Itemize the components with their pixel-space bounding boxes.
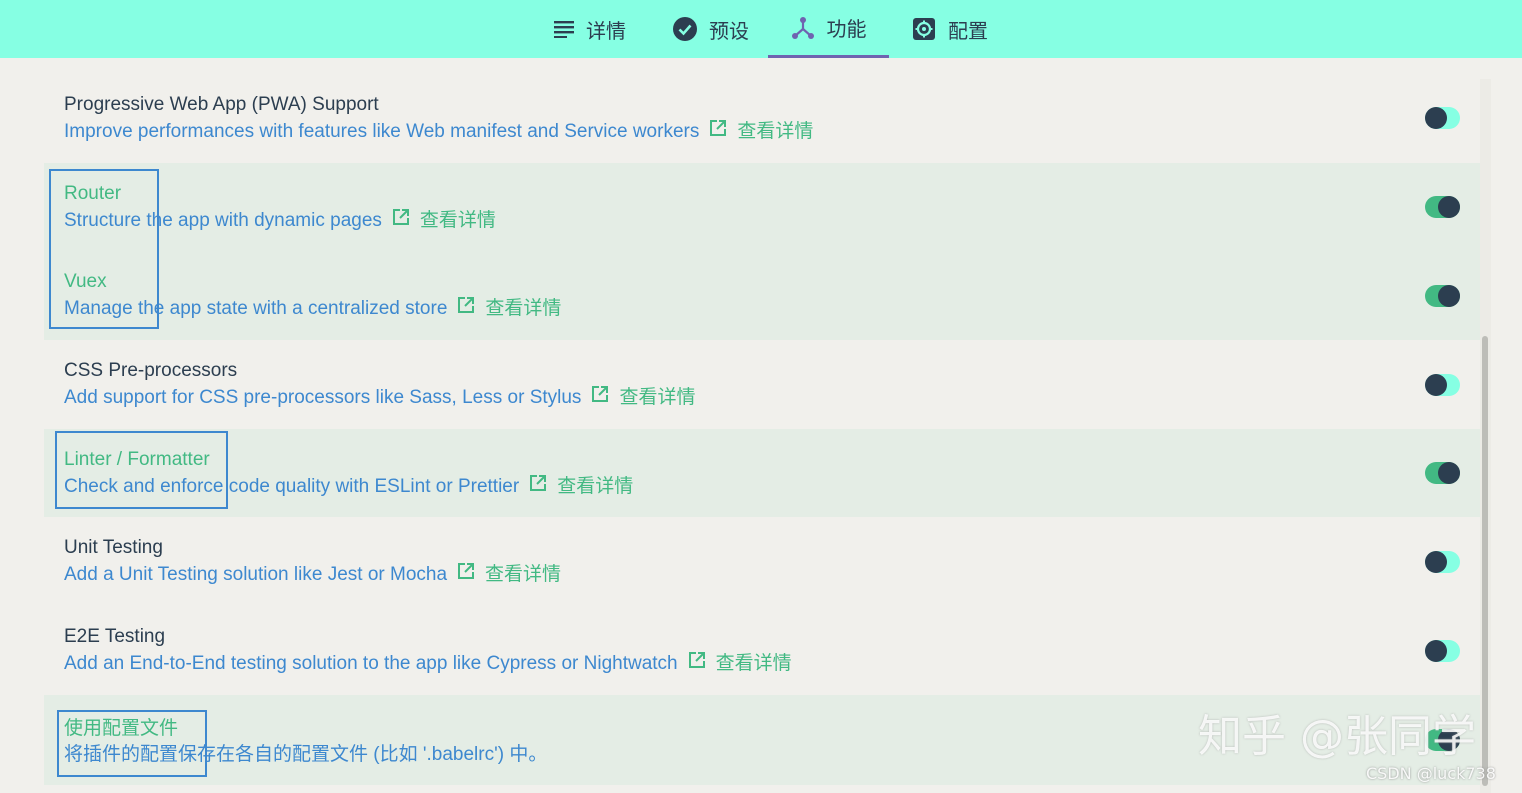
feature-title: CSS Pre-processors [64,360,238,381]
external-link-icon[interactable] [709,119,727,144]
tab-features[interactable]: 功能 [768,0,889,58]
gear-icon [913,18,935,40]
feature-description: Improve performances with features like … [64,119,813,144]
tab-label: 详情 [586,20,626,43]
branch-icon [791,16,814,39]
tab-details[interactable]: 详情 [534,0,646,58]
tab-configuration[interactable]: 配置 [897,0,1003,58]
toggle-knob [1425,640,1447,662]
feature-list: Progressive Web App (PWA) Support Improv… [44,79,1480,793]
feature-row-css-preprocessors[interactable]: CSS Pre-processors Add support for CSS p… [44,340,1480,429]
toggle-knob [1425,551,1447,573]
toggle-knob [1425,374,1447,396]
description-text: Add support for CSS pre-processors like … [64,386,582,408]
tab-label: 功能 [826,19,867,41]
external-link-icon[interactable] [457,296,475,321]
toggle-knob [1438,196,1460,218]
feature-toggle[interactable] [1425,107,1460,129]
feature-title: Progressive Web App (PWA) Support [64,94,379,115]
feature-description: 将插件的配置保存在各自的配置文件 (比如 '.babelrc') 中。 [64,743,547,767]
feature-toggle[interactable] [1425,462,1460,484]
credit-watermark: CSDN @luck738 [1366,764,1496,783]
external-link-icon[interactable] [529,474,547,499]
feature-description: Add support for CSS pre-processors like … [64,385,695,410]
more-info-link[interactable]: 查看详情 [420,209,496,233]
feature-item: Unit Testing Add a Unit Testing solution… [64,536,561,587]
feature-description: Check and enforce code quality with ESLi… [64,474,633,499]
feature-description: Add an End-to-End testing solution to th… [64,651,792,676]
more-info-link[interactable]: 查看详情 [737,120,813,144]
top-nav-bar: 详情 预设 功能 配置 [0,0,1522,58]
external-link-icon[interactable] [591,385,609,410]
feature-row-pwa[interactable]: Progressive Web App (PWA) Support Improv… [44,79,1480,163]
feature-row-linter[interactable]: Linter / Formatter Check and enforce cod… [44,429,1480,517]
feature-description: Manage the app state with a centralized … [64,296,561,321]
feature-toggle[interactable] [1425,551,1460,573]
tab-label: 预设 [709,20,749,43]
feature-toggle[interactable] [1425,196,1460,218]
feature-toggle[interactable] [1425,640,1460,662]
toggle-knob [1438,462,1460,484]
feature-item: Vuex Manage the app state with a central… [64,270,561,321]
description-text: 将插件的配置保存在各自的配置文件 (比如 '.babelrc') 中。 [64,744,548,765]
feature-row-vuex[interactable]: Vuex Manage the app state with a central… [44,252,1480,340]
external-link-icon[interactable] [688,651,706,676]
more-info-link[interactable]: 查看详情 [716,652,792,676]
description-text: Manage the app state with a centralized … [64,297,448,319]
feature-title: E2E Testing [64,626,166,647]
feature-title: Vuex [64,271,107,292]
feature-description: Add a Unit Testing solution like Jest or… [64,562,561,587]
toggle-knob [1438,285,1460,307]
feature-toggle[interactable] [1425,374,1460,396]
feature-title: Router [64,183,122,204]
list-icon [554,21,574,38]
description-text: Check and enforce code quality with ESLi… [64,475,520,497]
feature-description: Structure the app with dynamic pages 查看详… [64,208,496,233]
external-link-icon[interactable] [457,562,475,587]
description-text: Structure the app with dynamic pages [64,209,382,231]
tab-presets[interactable]: 预设 [655,0,767,58]
toggle-knob [1425,107,1447,129]
feature-item: Router Structure the app with dynamic pa… [64,182,496,233]
feature-item: CSS Pre-processors Add support for CSS p… [64,359,695,410]
feature-item: Progressive Web App (PWA) Support Improv… [64,93,813,144]
more-info-link[interactable]: 查看详情 [557,475,633,499]
feature-title: Unit Testing [64,537,163,558]
tab-label: 配置 [948,20,988,43]
feature-item: Linter / Formatter Check and enforce cod… [64,448,633,499]
feature-title: Linter / Formatter [64,449,210,470]
feature-item: 使用配置文件 将插件的配置保存在各自的配置文件 (比如 '.babelrc') … [64,717,547,767]
feature-row-e2e-testing[interactable]: E2E Testing Add an End-to-End testing so… [44,606,1480,695]
feature-row-router[interactable]: Router Structure the app with dynamic pa… [44,163,1480,252]
external-link-icon[interactable] [392,208,410,233]
feature-toggle[interactable] [1425,285,1460,307]
watermark: 知乎 @张同学 [1198,711,1476,762]
description-text: Add an End-to-End testing solution to th… [64,652,678,674]
scrollbar-thumb[interactable] [1482,336,1488,786]
description-text: Add a Unit Testing solution like Jest or… [64,563,448,585]
description-text: Improve performances with features like … [64,120,700,142]
more-info-link[interactable]: 查看详情 [485,563,561,587]
feature-row-unit-testing[interactable]: Unit Testing Add a Unit Testing solution… [44,517,1480,606]
check-circle-icon [673,17,697,41]
feature-item: E2E Testing Add an End-to-End testing so… [64,625,792,676]
more-info-link[interactable]: 查看详情 [619,386,695,410]
more-info-link[interactable]: 查看详情 [485,297,561,321]
feature-title: 使用配置文件 [64,718,179,739]
